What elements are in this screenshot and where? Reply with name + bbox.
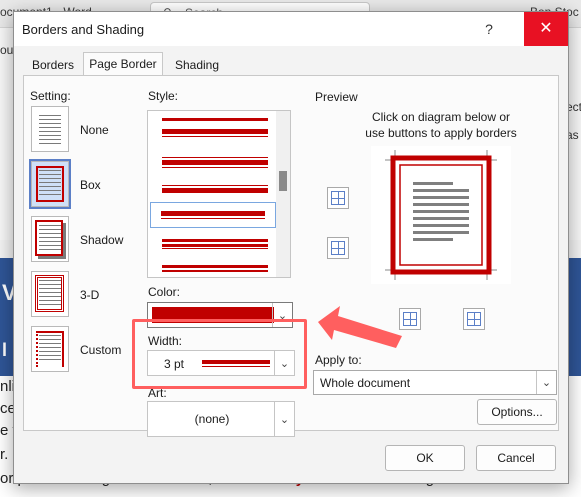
chevron-down-icon: ⌄	[536, 371, 556, 394]
ok-button[interactable]: OK	[385, 445, 465, 471]
style-option[interactable]	[162, 183, 268, 195]
color-label: Color:	[148, 285, 181, 299]
setting-box-label: Box	[80, 178, 101, 192]
right-border-button[interactable]	[463, 308, 485, 330]
borders-and-shading-dialog: Borders and Shading ? ✕ Borders Page Bor…	[13, 11, 569, 484]
style-list[interactable]	[147, 110, 291, 278]
art-value: (none)	[194, 412, 230, 426]
options-button[interactable]: Options...	[477, 399, 557, 425]
color-dropdown[interactable]: ⌄	[147, 302, 293, 328]
width-dropdown[interactable]: 3 pt ⌄	[147, 350, 295, 376]
apply-to-value: Whole document	[320, 376, 411, 390]
style-option[interactable]	[162, 115, 268, 123]
help-button[interactable]: ?	[476, 17, 502, 41]
bottom-border-button[interactable]	[327, 237, 349, 259]
preview-instructions: Click on diagram below or use buttons to…	[365, 110, 517, 140]
chevron-down-icon: ⌄	[274, 351, 294, 375]
scrollbar-thumb[interactable]	[279, 171, 287, 191]
doc-line-4: r.	[0, 446, 9, 463]
chevron-down-icon: ⌄	[272, 303, 292, 327]
setting-shadow-label: Shadow	[80, 233, 124, 247]
setting-none-label: None	[80, 123, 109, 137]
cancel-button[interactable]: Cancel	[476, 445, 556, 471]
color-swatch	[152, 307, 274, 323]
width-value: 3 pt	[164, 357, 185, 371]
ribbon-snippet-left: ou	[0, 43, 14, 57]
apply-to-dropdown[interactable]: Whole document ⌄	[313, 370, 557, 395]
page-border-panel: Setting: None Box Shadow 3-D Custom Styl…	[23, 75, 559, 437]
setting-3d-label: 3-D	[80, 288, 100, 302]
arrow-annotation-icon	[318, 306, 402, 348]
setting-none-thumbnail	[31, 106, 69, 152]
width-label: Width:	[148, 334, 183, 348]
width-line-preview	[202, 360, 270, 367]
tab-shading[interactable]: Shading	[167, 54, 227, 76]
dialog-title: Borders and Shading	[22, 22, 145, 37]
setting-3d-thumbnail	[31, 271, 69, 317]
style-option[interactable]	[162, 237, 268, 251]
left-border-button[interactable]	[399, 308, 421, 330]
art-dropdown[interactable]: (none) ⌄	[147, 401, 295, 437]
setting-box-thumbnail	[29, 159, 71, 209]
dialog-title-bar: Borders and Shading ? ✕	[14, 12, 568, 46]
close-button[interactable]: ✕	[524, 12, 568, 46]
top-border-button[interactable]	[327, 187, 349, 209]
style-option[interactable]	[162, 263, 268, 277]
style-option[interactable]	[162, 155, 268, 168]
style-label: Style:	[148, 89, 179, 103]
setting-label: Setting:	[30, 89, 71, 103]
setting-custom-label: Custom	[80, 343, 122, 357]
border-preview-diagram[interactable]	[371, 146, 511, 284]
art-label: Art:	[148, 386, 167, 400]
style-option[interactable]	[162, 127, 268, 139]
tab-page-border[interactable]: Page Border	[83, 52, 163, 77]
page-preview-graphic	[385, 150, 497, 280]
setting-custom-thumbnail	[31, 326, 69, 372]
setting-shadow-thumbnail	[31, 216, 69, 262]
style-option-selected[interactable]	[150, 202, 276, 228]
banner-letter-2: l	[2, 340, 8, 360]
chevron-down-icon: ⌄	[274, 402, 294, 436]
style-list-scrollbar[interactable]	[276, 111, 290, 277]
apply-to-label: Apply to:	[315, 353, 362, 367]
tab-borders[interactable]: Borders	[32, 54, 74, 76]
preview-label: Preview	[315, 90, 358, 104]
